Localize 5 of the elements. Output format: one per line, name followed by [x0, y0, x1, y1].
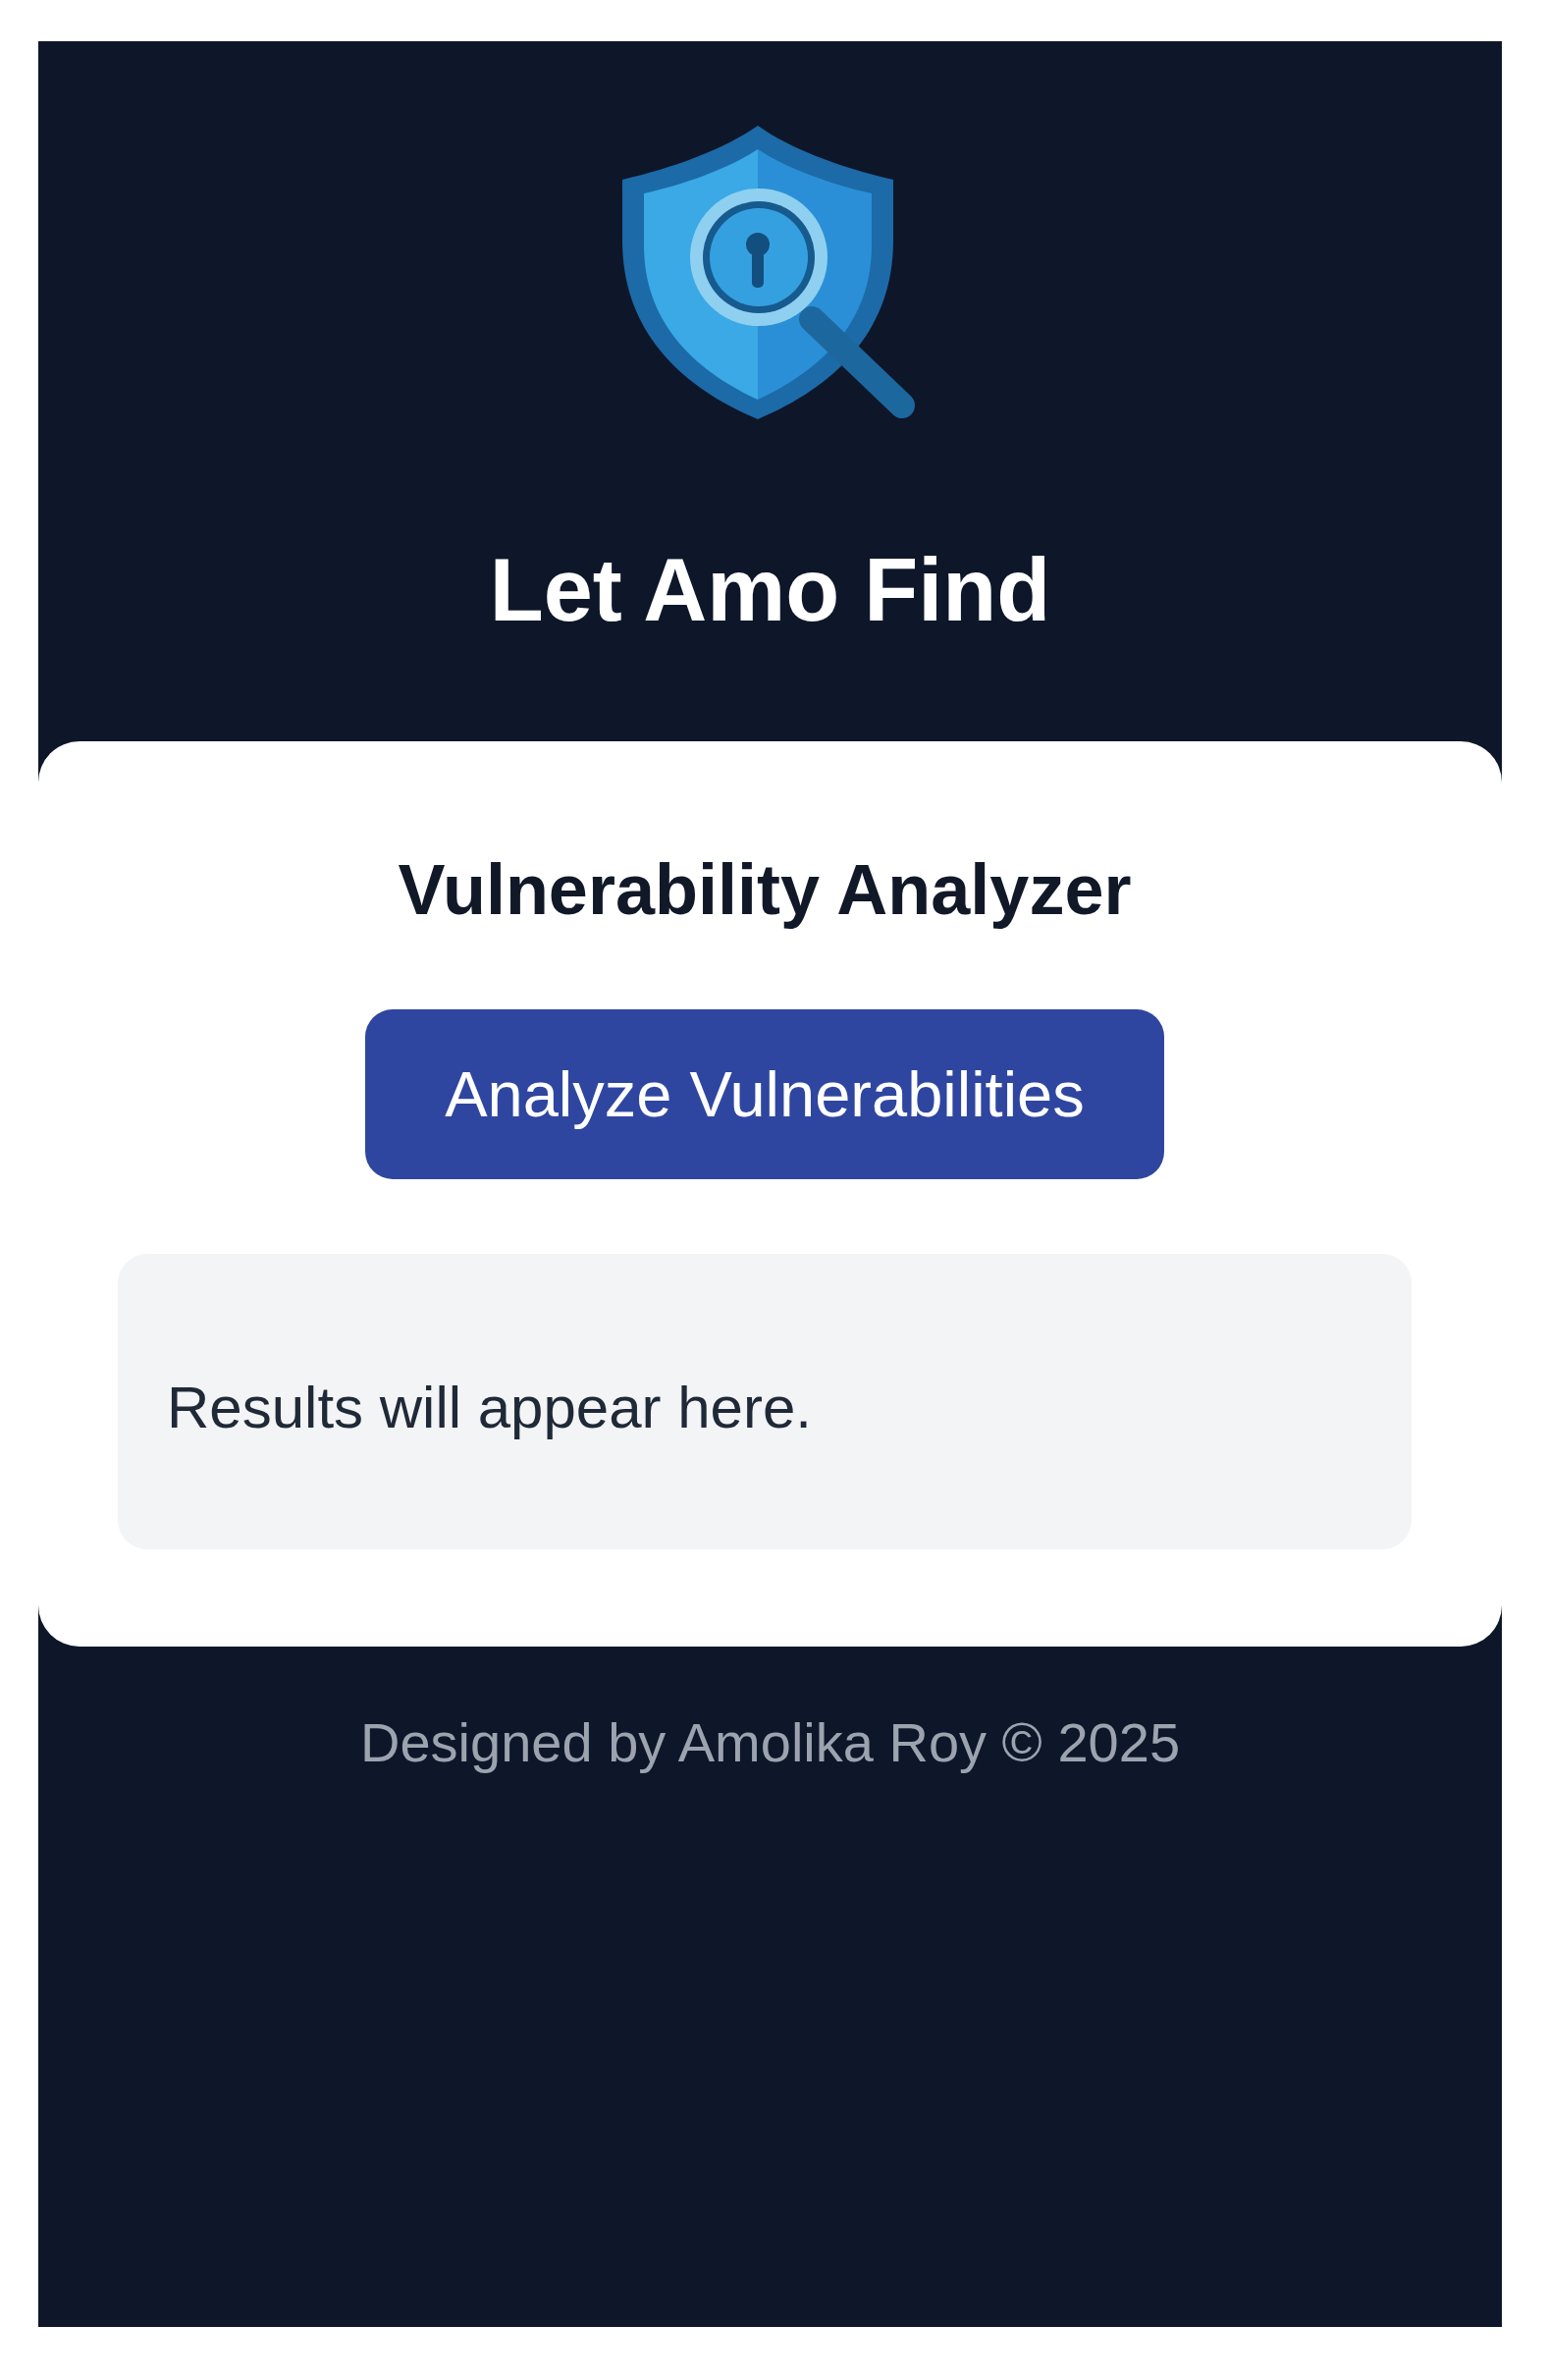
results-placeholder-text: Results will appear here. [167, 1373, 812, 1442]
footer-credit: Designed by Amolika Roy © 2025 [359, 1710, 1181, 1776]
card-title: Vulnerability Analyzer [398, 849, 1132, 931]
analyze-button[interactable]: Analyze Vulnerabilities [365, 1009, 1164, 1180]
app-title: Let Amo Find [489, 540, 1051, 641]
